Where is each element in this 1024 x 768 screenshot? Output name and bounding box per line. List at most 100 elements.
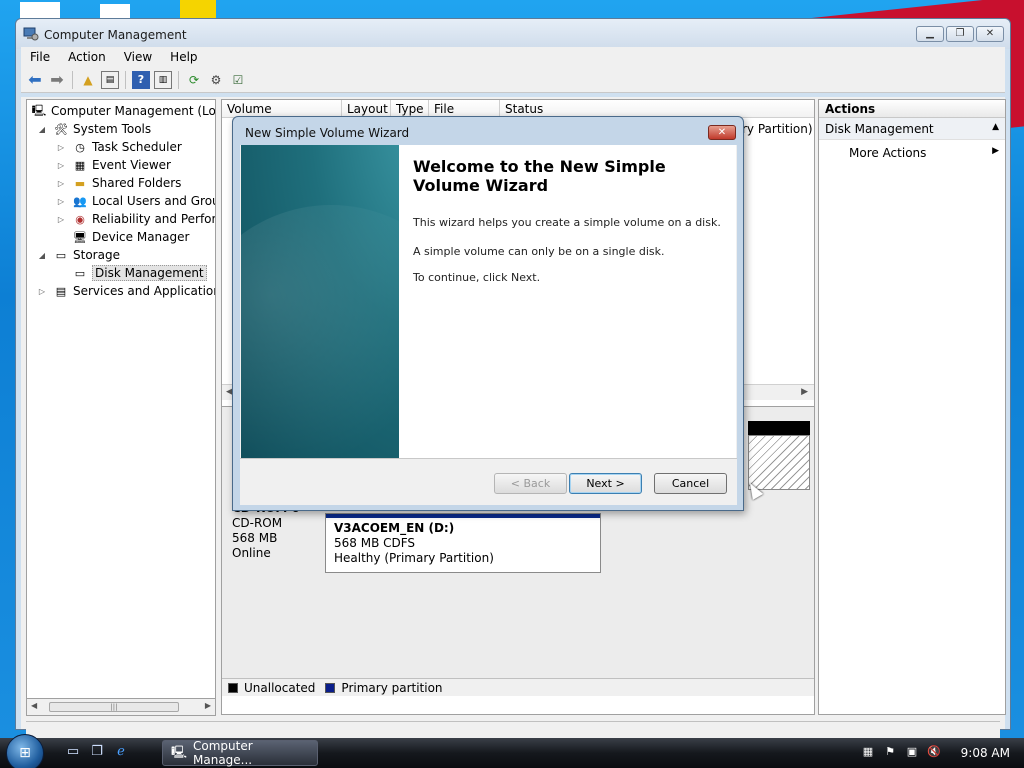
wizard-description: This wizard helps you create a simple vo…: [413, 216, 721, 229]
computer-management-icon: 🖳: [171, 744, 188, 759]
submenu-arrow-icon: ▶: [992, 146, 999, 156]
tree-item-label: Task Scheduler: [92, 140, 182, 154]
expand-icon[interactable]: ▷: [56, 179, 66, 188]
properties-icon[interactable]: ⚙: [207, 71, 225, 89]
menu-view[interactable]: View: [115, 47, 161, 67]
more-actions-label: More Actions: [849, 146, 927, 160]
scroll-right-arrow-icon[interactable]: ▶: [801, 387, 808, 397]
wizard-instruction: To continue, click Next.: [413, 271, 541, 284]
taskbar-button-computer-management[interactable]: 🖳 Computer Manage...: [162, 739, 318, 767]
partition-name: V3ACOEM_EN (D:): [334, 521, 455, 535]
wizard-close-button[interactable]: ✕: [708, 125, 736, 140]
taskbar-button-label: Computer Manage...: [193, 739, 253, 767]
reliability-icon: ◉: [75, 212, 85, 226]
tree-item-storage[interactable]: ◢ ▭ Storage: [37, 246, 120, 264]
refresh-icon[interactable]: ⟳: [185, 71, 203, 89]
tree-item-event-viewer[interactable]: ▷ ▦ Event Viewer: [56, 156, 171, 174]
desktop-wallpaper-shape: [180, 0, 216, 20]
scrollbar-thumb[interactable]: |||: [49, 702, 179, 712]
toolbar-separator: [178, 70, 179, 89]
scroll-right-arrow-icon[interactable]: ▶: [205, 701, 211, 710]
show-hide-tree-icon[interactable]: ▤: [101, 70, 119, 89]
more-actions-item[interactable]: More Actions ▶: [819, 140, 1005, 166]
shared-folder-icon: ▬: [74, 176, 86, 190]
cdrom-partition-box[interactable]: V3ACOEM_EN (D:) 568 MB CDFS Healthy (Pri…: [325, 513, 601, 573]
tree-item-computer-management[interactable]: 🖳 Computer Management (Local: [31, 102, 216, 120]
expand-icon[interactable]: ▷: [56, 197, 66, 206]
tray-security-icon[interactable]: ⚑: [882, 744, 898, 760]
next-button[interactable]: Next >: [569, 473, 642, 494]
help-icon[interactable]: ?: [132, 70, 150, 89]
computer-icon: 🖳: [31, 103, 47, 117]
internet-explorer-icon[interactable]: ℯ: [112, 744, 130, 762]
tree-item-label: Disk Management: [92, 265, 207, 281]
network-icon[interactable]: ▣: [904, 744, 920, 760]
primary-partition-stripe: [326, 514, 600, 518]
expand-icon[interactable]: ▷: [56, 215, 66, 224]
back-arrow-icon[interactable]: ⬅: [26, 70, 44, 89]
up-folder-icon[interactable]: ▲: [79, 71, 97, 89]
tree-item-shared-folders[interactable]: ▷ ▬ Shared Folders: [56, 174, 181, 192]
section-label: Disk Management: [825, 122, 934, 136]
tree-horizontal-scrollbar[interactable]: ◀ ||| ▶: [26, 699, 216, 716]
close-button[interactable]: ✕: [976, 26, 1004, 42]
actions-header: Actions: [819, 100, 1005, 118]
scroll-left-arrow-icon[interactable]: ◀: [31, 701, 37, 710]
users-icon: 👥: [73, 194, 87, 208]
clock[interactable]: 9:08 AM: [961, 746, 1010, 760]
tree-item-disk-management[interactable]: ▭ Disk Management: [72, 264, 207, 282]
maximize-button[interactable]: ❐: [946, 26, 974, 42]
unallocated-bar: [748, 421, 810, 435]
wizard-note: A simple volume can only be on a single …: [413, 245, 665, 258]
wizard-separator: [240, 458, 737, 459]
export-list-icon[interactable]: ☑: [229, 71, 247, 89]
actions-section-disk-management[interactable]: Disk Management ▲: [819, 118, 1005, 140]
event-viewer-icon: ▦: [74, 158, 86, 172]
menu-bar: File Action View Help: [21, 47, 1005, 67]
tree-item-label: Shared Folders: [92, 176, 182, 190]
volume-muted-icon[interactable]: 🔇: [926, 744, 942, 760]
menu-help[interactable]: Help: [161, 47, 206, 67]
unallocated-region[interactable]: [748, 435, 810, 490]
tree-item-services-and-applications[interactable]: ▷ ▤ Services and Applications: [37, 282, 215, 300]
collapse-up-icon[interactable]: ▲: [992, 122, 999, 135]
tree-item-system-tools[interactable]: ◢ 🛠 System Tools: [37, 120, 151, 138]
forward-arrow-icon[interactable]: ➡: [48, 70, 66, 89]
back-button[interactable]: < Back: [494, 473, 567, 494]
tree-item-label: Computer Management (Local: [51, 104, 216, 118]
tree-item-device-manager[interactable]: 🖥 Device Manager: [72, 228, 189, 246]
tree-item-label: System Tools: [73, 122, 152, 136]
expand-icon[interactable]: ▷: [37, 287, 47, 296]
services-icon: ▤: [55, 284, 67, 298]
computer-management-icon: [23, 27, 39, 41]
collapse-icon[interactable]: ◢: [37, 125, 47, 134]
cancel-button[interactable]: Cancel: [654, 473, 727, 494]
window-titlebar[interactable]: Computer Management ▁ ❐ ✕: [16, 19, 1010, 49]
collapse-icon[interactable]: ◢: [37, 251, 47, 260]
cdrom-status: Online: [232, 546, 271, 560]
tray-app-icon[interactable]: ▦: [860, 744, 876, 760]
show-hide-action-pane-icon[interactable]: ▥: [154, 70, 172, 89]
new-simple-volume-wizard-dialog: New Simple Volume Wizard ✕ Welcome to th…: [232, 116, 744, 511]
partition-size: 568 MB CDFS: [334, 536, 416, 550]
start-button[interactable]: ⊞: [6, 734, 44, 768]
wizard-title: New Simple Volume Wizard: [245, 126, 410, 140]
menu-file[interactable]: File: [21, 47, 59, 67]
wizard-body: Welcome to the New Simple Volume Wizard …: [240, 145, 737, 505]
partition-status: Healthy (Primary Partition): [334, 551, 494, 565]
tree-item-task-scheduler[interactable]: ▷ ◷ Task Scheduler: [56, 138, 182, 156]
tree-item-label: Device Manager: [92, 230, 190, 244]
menu-action[interactable]: Action: [59, 47, 115, 67]
expand-icon[interactable]: ▷: [56, 143, 66, 152]
minimize-button[interactable]: ▁: [916, 26, 944, 42]
volume-status-text: ry Partition): [742, 122, 813, 136]
primary-partition-swatch: [325, 682, 336, 693]
tree-item-local-users-and-groups[interactable]: ▷ 👥 Local Users and Groups: [56, 192, 215, 210]
expand-icon[interactable]: ▷: [56, 161, 66, 170]
toolbar-separator: [125, 70, 126, 89]
tree-item-label: Local Users and Groups: [92, 194, 215, 208]
switch-windows-icon[interactable]: ❐: [88, 744, 106, 762]
tree-item-reliability-and-performance[interactable]: ▷ ◉ Reliability and Performa: [56, 210, 215, 228]
legend-primary: Primary partition: [341, 680, 443, 695]
show-desktop-icon[interactable]: ▭: [64, 744, 82, 762]
